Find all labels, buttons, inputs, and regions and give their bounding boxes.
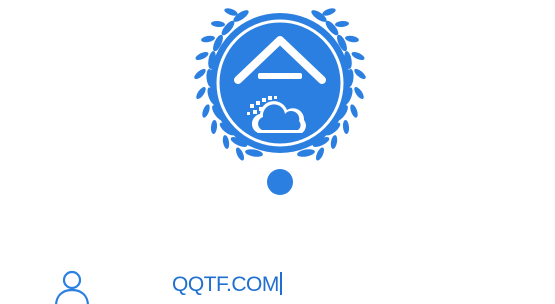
emblem-bottom-dot xyxy=(267,169,293,195)
app-logo-emblem xyxy=(194,8,366,195)
account-row: QQTF.COM xyxy=(0,262,555,304)
roof-bar xyxy=(258,73,302,79)
account-input[interactable] xyxy=(166,268,472,298)
user-icon xyxy=(55,270,89,304)
